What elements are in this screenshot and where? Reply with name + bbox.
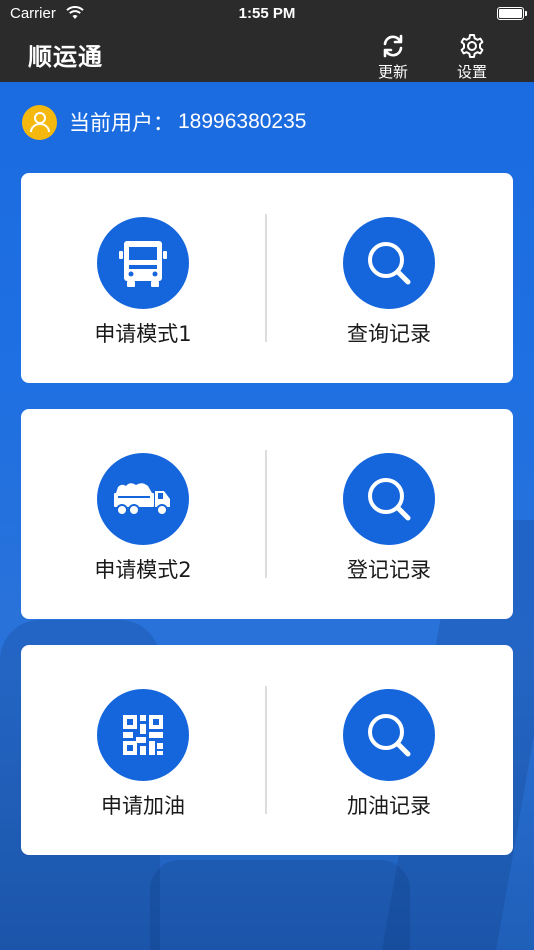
apply-mode-2-label: 申请模式2	[94, 558, 192, 582]
background-ground-shape	[150, 860, 410, 950]
refresh-button[interactable]: 更新	[363, 30, 423, 82]
app-title: 顺运通	[28, 43, 103, 71]
search-icon	[343, 217, 435, 309]
registration-records-button[interactable]: 登记记录	[267, 409, 511, 619]
clock: 1:55 PM	[238, 5, 296, 22]
menu-card-3: 申请加油 加油记录	[21, 645, 513, 855]
query-records-button[interactable]: 查询记录	[267, 173, 511, 383]
nav-bar: 顺运通 更新 设置	[0, 28, 534, 82]
current-user-label: 当前用户：	[69, 111, 174, 135]
refresh-icon	[383, 34, 403, 58]
status-bar: Carrier 1:55 PM	[0, 0, 534, 28]
menu-card-2: 申请模式2 登记记录	[21, 409, 513, 619]
user-icon	[22, 104, 57, 140]
refresh-label: 更新	[377, 63, 408, 81]
gear-icon	[460, 34, 484, 58]
refuel-records-label: 加油记录	[347, 794, 431, 818]
apply-refuel-label: 申请加油	[101, 794, 185, 818]
app-screen: Carrier 1:55 PM 顺运通 更新 设置 当前用户： 18996380…	[0, 0, 534, 950]
refuel-records-button[interactable]: 加油记录	[267, 645, 511, 855]
settings-button[interactable]: 设置	[442, 30, 502, 82]
search-icon	[343, 453, 435, 545]
apply-mode-1-label: 申请模式1	[94, 322, 192, 346]
current-user-bar: 当前用户： 18996380235	[22, 104, 306, 140]
apply-mode-1-button[interactable]: 申请模式1	[21, 173, 265, 383]
settings-label: 设置	[456, 63, 487, 81]
current-user-phone: 18996380235	[178, 110, 307, 133]
apply-mode-2-button[interactable]: 申请模式2	[21, 409, 265, 619]
qr-code-icon	[97, 689, 189, 781]
search-icon	[343, 689, 435, 781]
menu-card-1: 申请模式1 查询记录	[21, 173, 513, 383]
battery-icon	[497, 7, 527, 20]
truck-front-icon	[97, 217, 189, 309]
query-records-label: 查询记录	[347, 322, 431, 346]
apply-refuel-button[interactable]: 申请加油	[21, 645, 265, 855]
dump-truck-icon	[97, 453, 189, 545]
registration-records-label: 登记记录	[347, 558, 431, 582]
